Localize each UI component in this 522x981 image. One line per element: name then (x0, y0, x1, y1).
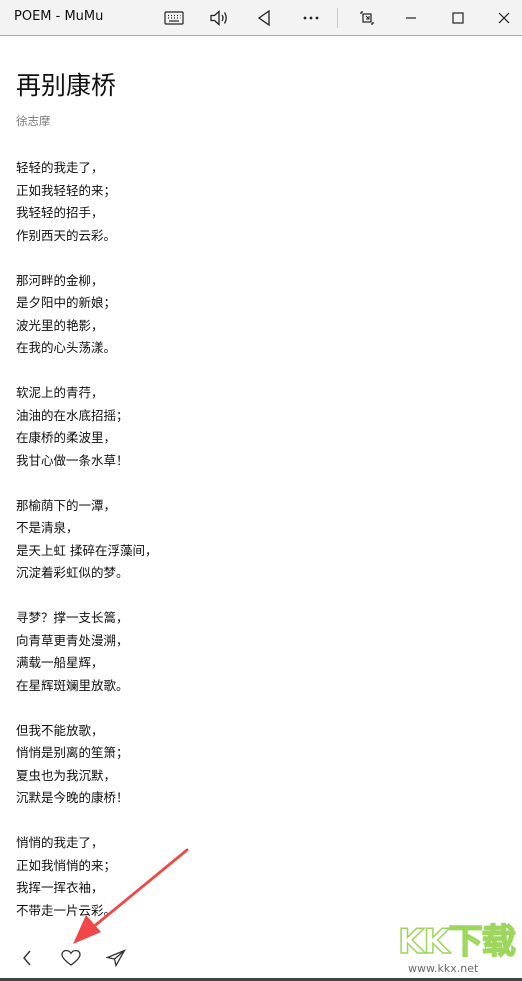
poem-line: 我挥一挥衣袖， (16, 880, 104, 895)
poem-line: 沉淀着彩虹似的梦。 (16, 565, 129, 580)
poem-line: 我甘心做一条水草！ (16, 452, 129, 468)
chevron-left-icon[interactable] (15, 946, 39, 970)
poem-line: 那河畔的金柳， (16, 272, 104, 288)
poem-line: 夏虫也为我沉默， (16, 767, 117, 783)
poem-line: 沉默是今晚的康桥！ (16, 790, 129, 805)
poem-line: 在康桥的柔波里， (16, 430, 117, 445)
poem-stanza: 但我不能放歌， 悄悄是别离的笙箫； 夏虫也为我沉默， 沉默是今晚的康桥！ (16, 720, 506, 810)
poem-stanza: 悄悄的我走了， 正如我悄悄的来； 我挥一挥衣袖， 不带走一片云彩。 (16, 832, 506, 922)
poem-line: 不带走一片云彩。 (16, 902, 117, 918)
window-title: POEM - MuMu (14, 9, 104, 24)
poem-line: 在我的心头荡漾。 (16, 340, 117, 355)
back-triangle-icon[interactable] (252, 6, 276, 30)
watermark-url: www.kkx.net (408, 962, 479, 975)
poem-stanza: 软泥上的青荇， 油油的在水底招摇； 在康桥的柔波里， 我甘心做一条水草！ (16, 382, 506, 472)
poem-line: 是天上虹 揉碎在浮藻间， (16, 542, 158, 558)
heart-icon[interactable] (59, 946, 83, 970)
poem-content: 再别康桥 徐志摩 轻轻的我走了， 正如我轻轻的来； 我轻轻的招手， 作别西天的云彩。那… (16, 68, 506, 945)
watermark-brand: KK下载 (397, 921, 516, 963)
poem-line: 作别西天的云彩。 (16, 227, 117, 243)
poem-line: 向青草更青处漫溯， (16, 632, 129, 648)
poem-line: 波光里的艳影， (16, 317, 104, 333)
poem-line: 我轻轻的招手， (16, 205, 104, 220)
close-icon[interactable] (492, 6, 516, 30)
poem-line: 正如我悄悄的来； (16, 857, 117, 873)
poem-line: 轻轻的我走了， (16, 160, 104, 175)
poem-author: 徐志摩 (16, 114, 51, 128)
poem-line: 不是清泉， (16, 520, 79, 535)
poem-line: 在星辉斑斓里放歌。 (16, 677, 129, 693)
poem-stanza: 轻轻的我走了， 正如我轻轻的来； 我轻轻的招手， 作别西天的云彩。 (16, 157, 506, 247)
poem-line: 是夕阳中的新娘； (16, 295, 117, 310)
poem-stanza: 那河畔的金柳， 是夕阳中的新娘； 波光里的艳影， 在我的心头荡漾。 (16, 270, 506, 360)
poem-line: 寻梦？撑一支长篙， (16, 610, 129, 625)
poem-body: 轻轻的我走了， 正如我轻轻的来； 我轻轻的招手， 作别西天的云彩。 那河畔的金柳， 是夕阳… (16, 157, 506, 922)
volume-icon[interactable] (207, 6, 231, 30)
poem-stanza: 寻梦？撑一支长篙， 向青草更青处漫溯， 满载一船星辉， 在星辉斑斓里放歌。 (16, 607, 506, 697)
maximize-icon[interactable] (446, 6, 470, 30)
poem-line: 但我不能放歌， (16, 722, 104, 738)
watermark: KK下载 www.kkx.net (397, 921, 518, 980)
poem-stanza: 那榆荫下的一潭， 不是清泉， 是天上虹 揉碎在浮藻间， 沉淀着彩虹似的梦。 (16, 495, 506, 585)
poem-line: 软泥上的青荇， (16, 385, 104, 400)
poem-line: 悄悄是别离的笙箫； (16, 745, 129, 760)
poem-line: 那榆荫下的一潭， (16, 497, 117, 513)
send-icon[interactable] (104, 946, 128, 970)
poem-line: 油油的在水底招摇； (16, 407, 129, 423)
title-bar: POEM - MuMu (0, 0, 522, 36)
screenshot-icon[interactable] (355, 6, 379, 30)
poem-title: 再别康桥 (16, 71, 117, 100)
keyboard-icon[interactable] (162, 6, 186, 30)
poem-line: 满载一船星辉， (16, 655, 104, 670)
poem-line: 正如我轻轻的来； (16, 182, 117, 198)
title-bar-divider (337, 8, 338, 28)
minimize-icon[interactable] (399, 6, 423, 30)
poem-line: 悄悄的我走了， (16, 835, 104, 850)
more-icon[interactable] (299, 6, 323, 30)
